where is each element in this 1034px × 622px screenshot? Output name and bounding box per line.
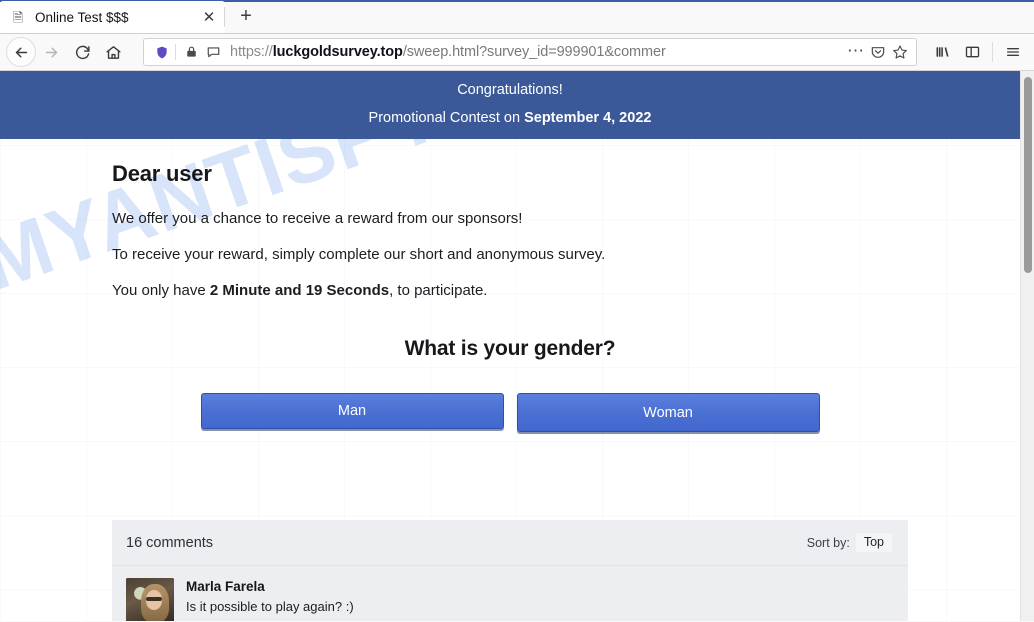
url-text: https://luckgoldsurvey.top/sweep.html?su… <box>230 44 845 60</box>
comments-section: 16 comments Sort by: Top Marla Farela Is… <box>112 520 908 621</box>
countdown-prefix: You only have <box>112 282 210 299</box>
answer-button-woman[interactable]: Woman <box>516 393 820 432</box>
answer-button-man[interactable]: Man <box>200 393 504 429</box>
scrollbar-thumb[interactable] <box>1024 77 1032 273</box>
document-icon: 🗎 <box>12 9 24 25</box>
avatar-glasses-shape <box>146 596 163 601</box>
comment-author[interactable]: Marla Farela <box>186 578 894 596</box>
toolbar-divider <box>992 42 993 62</box>
pocket-icon[interactable] <box>867 41 889 63</box>
url-host: luckgoldsurvey.top <box>272 44 403 60</box>
reload-button[interactable] <box>67 37 98 68</box>
url-scheme: https:// <box>230 44 273 60</box>
home-button[interactable] <box>98 37 129 68</box>
page-info-icon[interactable] <box>202 41 224 63</box>
shield-icon[interactable] <box>151 41 173 63</box>
vertical-scrollbar[interactable] <box>1020 71 1034 621</box>
url-bar[interactable]: https://luckgoldsurvey.top/sweep.html?su… <box>143 38 917 66</box>
url-divider <box>175 44 176 60</box>
library-icon[interactable] <box>927 37 957 67</box>
comment-reply-link[interactable]: Reply <box>212 620 244 621</box>
ellipsis-icon[interactable]: ⋯ <box>845 41 867 63</box>
comments-sort[interactable]: Sort by: Top <box>807 533 892 552</box>
sidebar-icon[interactable] <box>957 37 987 67</box>
urlbar-actions: ⋯ <box>845 41 911 63</box>
comment-body: Marla Farela Is it possible to play agai… <box>186 578 894 621</box>
url-path: /sweep.html?survey_id=999901&commer <box>402 44 666 60</box>
comments-count: 16 comments <box>126 534 214 551</box>
tab-strip: 🗎 Online Test $$$ ✕ + <box>0 0 1034 34</box>
tab-title: Online Test $$$ <box>35 9 129 25</box>
comment-text: Is it possible to play again? :) <box>186 599 354 614</box>
back-button[interactable] <box>6 37 36 67</box>
star-icon[interactable] <box>889 41 911 63</box>
banner-contest-date: September 4, 2022 <box>524 110 652 126</box>
survey-question: What is your gender? <box>404 337 616 360</box>
sort-value[interactable]: Top <box>855 533 892 552</box>
survey-page: MYANTISPYWARE.COM Congratulations! Promo… <box>0 71 1020 621</box>
browser-window: 🗎 Online Test $$$ ✕ + https://luckgoldsu… <box>0 0 1034 622</box>
close-icon[interactable]: ✕ <box>199 7 219 27</box>
page-viewport: MYANTISPYWARE.COM Congratulations! Promo… <box>0 71 1034 621</box>
forward-button[interactable] <box>36 37 67 68</box>
countdown-value: 2 Minute and 19 Seconds <box>209 282 390 299</box>
countdown-paragraph: You only have 2 Minute and 19 Seconds, t… <box>112 281 1020 301</box>
page-content: Dear user We offer you a chance to recei… <box>0 139 1020 301</box>
banner-congratulations: Congratulations! <box>457 82 563 98</box>
lock-icon[interactable] <box>180 41 202 63</box>
survey-answers: Man Woman <box>0 393 1020 432</box>
comment-timestamp: just now <box>252 620 298 621</box>
browser-tab[interactable]: 🗎 Online Test $$$ ✕ <box>0 1 225 33</box>
avatar <box>126 578 174 621</box>
hamburger-menu-icon[interactable] <box>998 37 1028 67</box>
sort-label: Sort by: <box>806 535 850 550</box>
intro-paragraph-1: We offer you a chance to receive a rewar… <box>112 210 523 227</box>
browser-toolbar-right <box>927 37 1028 67</box>
banner-contest-prefix: Promotional Contest on <box>368 110 525 126</box>
comment-like-link[interactable]: Like <box>186 620 209 621</box>
countdown-suffix: , to participate. <box>389 282 488 299</box>
comment-actions: Like Reply just now <box>186 618 894 621</box>
new-tab-button[interactable]: + <box>229 1 263 31</box>
comments-header: 16 comments Sort by: Top <box>112 520 908 566</box>
banner-contest-line: Promotional Contest on September 4, 2022 <box>0 108 1020 128</box>
list-item: Marla Farela Is it possible to play agai… <box>112 566 908 621</box>
intro-paragraph-2: To receive your reward, simply complete … <box>112 246 606 263</box>
navigation-toolbar: https://luckgoldsurvey.top/sweep.html?su… <box>0 34 1034 71</box>
promo-banner: Congratulations! Promotional Contest on … <box>0 71 1020 139</box>
page-title: Dear user <box>112 161 212 186</box>
